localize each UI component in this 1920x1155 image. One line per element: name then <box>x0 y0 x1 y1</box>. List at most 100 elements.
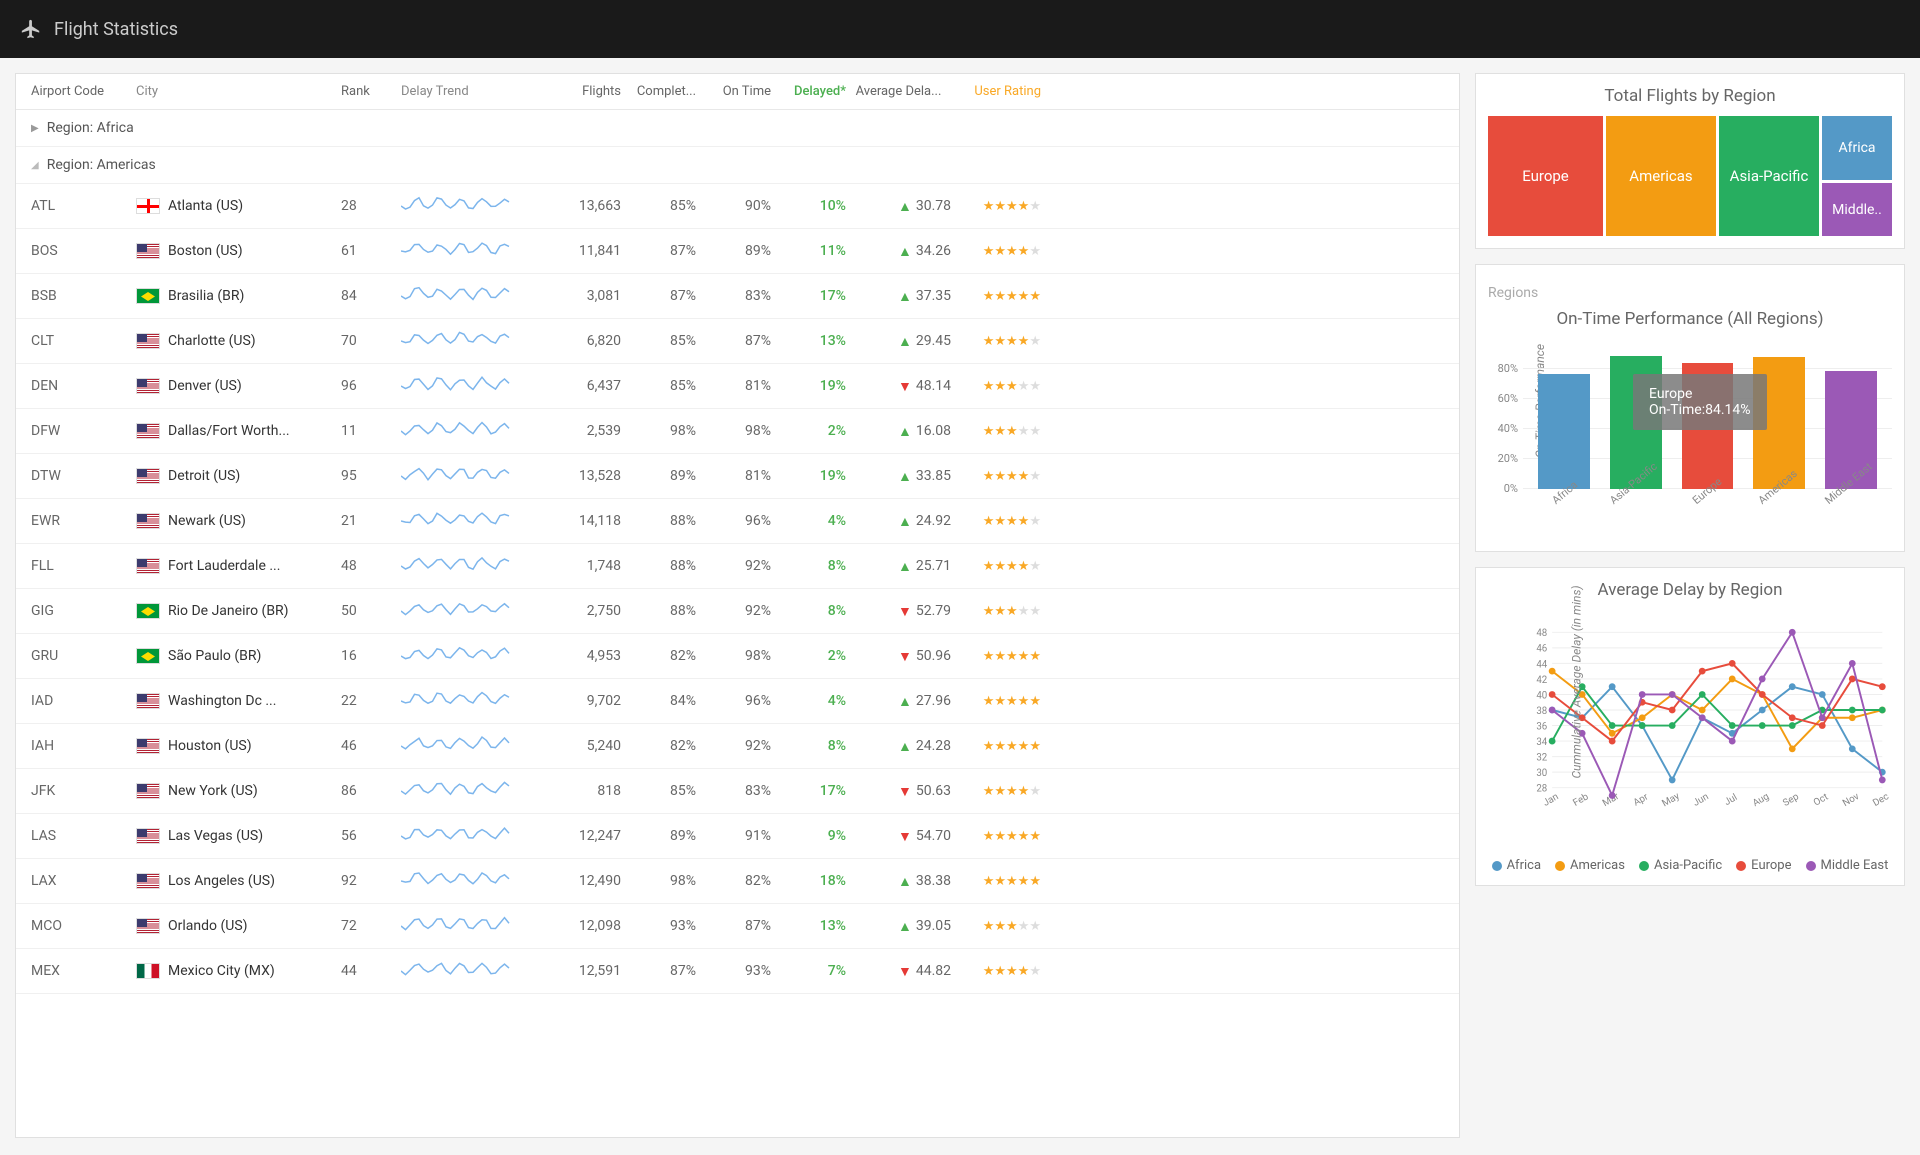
table-row[interactable]: GIG Rio De Janeiro (BR) 50 2,750 88% 92%… <box>16 589 1459 634</box>
treemap-cell[interactable]: Americas <box>1606 116 1716 236</box>
table-row[interactable]: EWR Newark (US) 21 14,118 88% 96% 4% ▲ 2… <box>16 499 1459 544</box>
chart-point[interactable] <box>1609 722 1616 729</box>
cell-flights: 12,591 <box>541 963 621 979</box>
chart-point[interactable] <box>1549 707 1556 714</box>
chevron-down-icon: ◢ <box>31 160 39 171</box>
data-grid[interactable]: Airport Code City Rank Delay Trend Fligh… <box>15 73 1460 1138</box>
table-row[interactable]: IAH Houston (US) 46 5,240 82% 92% 8% ▲ 2… <box>16 724 1459 769</box>
chart-point[interactable] <box>1849 707 1856 714</box>
chart-point[interactable] <box>1789 714 1796 721</box>
chart-point[interactable] <box>1549 738 1556 745</box>
chart-point[interactable] <box>1879 707 1886 714</box>
table-row[interactable]: DTW Detroit (US) 95 13,528 89% 81% 19% ▲… <box>16 454 1459 499</box>
chart-point[interactable] <box>1729 738 1736 745</box>
chart-point[interactable] <box>1819 722 1826 729</box>
chart-point[interactable] <box>1609 792 1616 799</box>
chart-point[interactable] <box>1729 722 1736 729</box>
bar-chart[interactable]: On-Time Performance 0%20%40%60%80% Europ… <box>1488 339 1892 539</box>
chart-point[interactable] <box>1849 745 1856 752</box>
chart-point[interactable] <box>1849 714 1856 721</box>
table-row[interactable]: DFW Dallas/Fort Worth... 11 2,539 98% 98… <box>16 409 1459 454</box>
chart-point[interactable] <box>1609 738 1616 745</box>
table-row[interactable]: LAX Los Angeles (US) 92 12,490 98% 82% 1… <box>16 859 1459 904</box>
chart-point[interactable] <box>1549 668 1556 675</box>
chart-point[interactable] <box>1879 777 1886 784</box>
chart-point[interactable] <box>1669 722 1676 729</box>
group-row-expanded[interactable]: ◢ Region: Americas <box>16 147 1459 184</box>
cell-delayed: 19% <box>771 378 846 394</box>
table-row[interactable]: GRU São Paulo (BR) 16 4,953 82% 98% 2% ▼… <box>16 634 1459 679</box>
chart-point[interactable] <box>1849 676 1856 683</box>
chart-point[interactable] <box>1759 707 1766 714</box>
table-row[interactable]: DEN Denver (US) 96 6,437 85% 81% 19% ▼ 4… <box>16 364 1459 409</box>
legend-item[interactable]: Middle East <box>1806 858 1889 873</box>
table-row[interactable]: MCO Orlando (US) 72 12,098 93% 87% 13% ▲… <box>16 904 1459 949</box>
col-header[interactable]: Complet... <box>621 84 696 99</box>
col-header[interactable]: Airport Code <box>31 84 136 99</box>
chart-point[interactable] <box>1669 777 1676 784</box>
chart-point[interactable] <box>1729 660 1736 667</box>
chart-point[interactable] <box>1759 676 1766 683</box>
chart-point[interactable] <box>1819 691 1826 698</box>
flag-icon <box>136 828 160 844</box>
chart-point[interactable] <box>1699 691 1706 698</box>
group-row-collapsed[interactable]: ▶ Region: Africa <box>16 110 1459 147</box>
col-header[interactable]: User Rating <box>951 84 1041 99</box>
col-header[interactable]: Delayed* <box>771 84 846 99</box>
treemap-cell[interactable]: Middle.. <box>1822 183 1892 236</box>
chart-point[interactable] <box>1639 722 1646 729</box>
treemap[interactable]: EuropeAmericasAsia-PacificAfricaMiddle.. <box>1488 116 1892 236</box>
table-row[interactable]: ATL Atlanta (US) 28 13,663 85% 90% 10% ▲… <box>16 184 1459 229</box>
table-row[interactable]: LAS Las Vegas (US) 56 12,247 89% 91% 9% … <box>16 814 1459 859</box>
chart-point[interactable] <box>1789 745 1796 752</box>
table-row[interactable]: MEX Mexico City (MX) 44 12,591 87% 93% 7… <box>16 949 1459 994</box>
chart-point[interactable] <box>1699 707 1706 714</box>
chart-point[interactable] <box>1789 683 1796 690</box>
chart-point[interactable] <box>1669 707 1676 714</box>
legend-item[interactable]: Africa <box>1492 858 1541 873</box>
chart-point[interactable] <box>1879 683 1886 690</box>
chart-point[interactable] <box>1639 691 1646 698</box>
chart-point[interactable] <box>1609 683 1616 690</box>
cell-flights: 818 <box>541 783 621 799</box>
col-header[interactable]: Flights <box>541 84 621 99</box>
legend-item[interactable]: Asia-Pacific <box>1639 858 1722 873</box>
treemap-cell[interactable]: Asia-Pacific <box>1719 116 1819 236</box>
col-header[interactable]: Rank <box>341 84 401 99</box>
table-row[interactable]: JFK New York (US) 86 818 85% 83% 17% ▼ 5… <box>16 769 1459 814</box>
chart-point[interactable] <box>1789 722 1796 729</box>
treemap-cell[interactable]: Europe <box>1488 116 1603 236</box>
chart-point[interactable] <box>1759 691 1766 698</box>
cell-city: Boston (US) <box>136 243 341 259</box>
table-row[interactable]: BOS Boston (US) 61 11,841 87% 89% 11% ▲ … <box>16 229 1459 274</box>
chart-point[interactable] <box>1789 629 1796 636</box>
legend-item[interactable]: Europe <box>1736 858 1791 873</box>
chart-point[interactable] <box>1549 691 1556 698</box>
cell-completion: 93% <box>621 918 696 934</box>
chart-point[interactable] <box>1819 714 1826 721</box>
chart-point[interactable] <box>1699 714 1706 721</box>
chart-point[interactable] <box>1759 722 1766 729</box>
chart-point[interactable] <box>1699 668 1706 675</box>
chart-point[interactable] <box>1639 714 1646 721</box>
col-header[interactable]: On Time <box>696 84 771 99</box>
treemap-cell[interactable]: Africa <box>1822 116 1892 180</box>
cell-delayed: 9% <box>771 828 846 844</box>
col-header[interactable]: Delay Trend <box>401 84 541 99</box>
table-row[interactable]: BSB Brasilia (BR) 84 3,081 87% 83% 17% ▲… <box>16 274 1459 319</box>
chart-bar[interactable] <box>1538 374 1590 490</box>
chart-point[interactable] <box>1669 691 1676 698</box>
table-row[interactable]: FLL Fort Lauderdale ... 48 1,748 88% 92%… <box>16 544 1459 589</box>
chart-point[interactable] <box>1849 660 1856 667</box>
line-chart[interactable]: Cummulative Average Delay (in mins) 2830… <box>1488 610 1892 850</box>
table-row[interactable]: CLT Charlotte (US) 70 6,820 85% 87% 13% … <box>16 319 1459 364</box>
cell-flights: 9,702 <box>541 693 621 709</box>
table-row[interactable]: IAD Washington Dc ... 22 9,702 84% 96% 4… <box>16 679 1459 724</box>
treemap-panel: Total Flights by Region EuropeAmericasAs… <box>1475 73 1905 249</box>
col-header[interactable]: City <box>136 84 341 99</box>
legend-item[interactable]: Americas <box>1555 858 1625 873</box>
chart-point[interactable] <box>1729 676 1736 683</box>
col-header[interactable]: Average Dela... <box>846 84 951 99</box>
svg-text:Jun: Jun <box>1691 791 1710 809</box>
chart-point[interactable] <box>1609 730 1616 737</box>
